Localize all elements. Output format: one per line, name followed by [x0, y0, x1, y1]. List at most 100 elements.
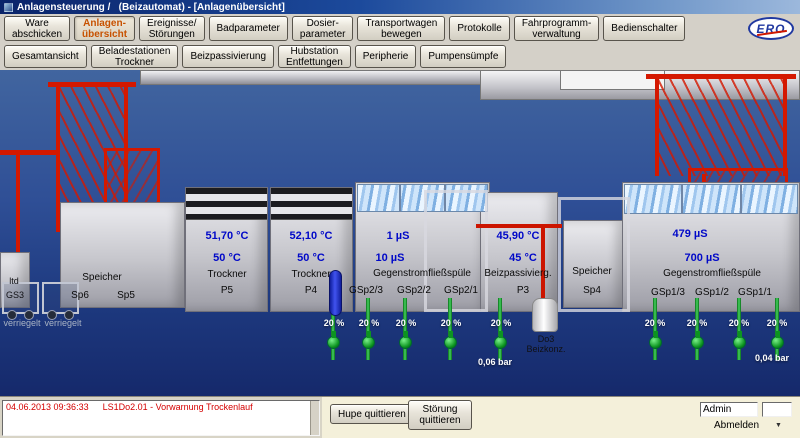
pipe: [498, 298, 502, 360]
p5-temp-setpoint: 50 °C: [213, 252, 241, 264]
valve-opening-label: 20 %: [645, 318, 666, 328]
gsp2-conductivity-setpoint: 10 µS: [376, 252, 405, 264]
main-toolbar: Ware abschicken Anlagen- übersicht Ereig…: [0, 14, 800, 43]
p4-label: Trockner: [291, 269, 330, 280]
valve-icon[interactable]: [649, 336, 662, 349]
pipe: [775, 298, 779, 360]
nav-ware-abschicken[interactable]: Ware abschicken: [4, 16, 70, 41]
ero-logo-text: ERO: [756, 22, 785, 36]
logout-label: Abmelden: [714, 420, 759, 431]
compartment-divider: [740, 184, 742, 214]
tank-gs3-id: GS3: [6, 290, 24, 300]
p4-temp-setpoint: 50 °C: [297, 252, 325, 264]
nav-transportwagen-bewegen[interactable]: Transportwagen bewegen: [357, 16, 445, 41]
view-toolbar: Gesamtansicht Beladestationen Trockner B…: [0, 43, 800, 70]
gsp1-compartment-3: GSp1/3: [651, 287, 685, 298]
logout-control[interactable]: Abmelden ▼: [714, 420, 782, 431]
view-hubstation-entfettungen[interactable]: Hubstation Entfettungen: [278, 45, 351, 68]
crane-arm-left: [0, 150, 58, 155]
red-pipe: [476, 224, 562, 228]
p3-label: Beizpassivierg.: [484, 268, 551, 279]
view-beizpassivierung[interactable]: Beizpassivierung: [182, 45, 274, 68]
valve-icon[interactable]: [362, 336, 375, 349]
pipe: [403, 298, 407, 360]
valve-icon[interactable]: [444, 336, 457, 349]
gsp2-conductivity-actual: 1 µS: [387, 230, 410, 242]
valve-opening-label: 20 %: [767, 318, 788, 328]
dryer-vents: [186, 188, 267, 220]
password-field[interactable]: [762, 402, 792, 417]
p5-temp-actual: 51,70 °C: [206, 230, 249, 242]
pressure-gsp1: 0,04 bar: [755, 353, 789, 363]
fault-ack-button[interactable]: Störung quittieren: [408, 400, 472, 430]
water-surface: [624, 184, 798, 214]
nav-anlagen-uebersicht[interactable]: Anlagen- übersicht: [74, 16, 135, 41]
p4-id: P4: [305, 285, 317, 296]
valve-icon[interactable]: [733, 336, 746, 349]
valve-opening-label: 20 %: [491, 318, 512, 328]
p3-temp-setpoint: 45 °C: [509, 252, 537, 264]
plant-3d-view[interactable]: ltd GS3 Speicher Sp6 Sp5 verriegelt verr…: [0, 70, 800, 396]
nav-protokolle[interactable]: Protokolle: [449, 16, 509, 41]
pipe: [737, 298, 741, 360]
pipe: [695, 298, 699, 360]
speicher-sp6-id: Sp6: [71, 290, 89, 301]
blue-vessel: [329, 270, 342, 316]
valve-opening-label: 20 %: [324, 318, 345, 328]
valve-icon[interactable]: [494, 336, 507, 349]
view-gesamtansicht[interactable]: Gesamtansicht: [4, 45, 87, 68]
view-peripherie[interactable]: Peripherie: [355, 45, 417, 68]
p5-id: P5: [221, 285, 233, 296]
alarm-entry[interactable]: 04.06.2013 09:36:33 LS1Do2.01 - Vorwarnu…: [3, 401, 319, 413]
horn-ack-button[interactable]: Hupe quittieren: [330, 404, 414, 424]
gsp2-compartment-1: GSp2/1: [444, 285, 478, 296]
valve-icon[interactable]: [691, 336, 704, 349]
speicher-sp5-id: Sp5: [117, 290, 135, 301]
nav-badparameter[interactable]: Badparameter: [209, 16, 288, 41]
valve-icon[interactable]: [771, 336, 784, 349]
gsp2-label: Gegenstromfließspüle: [373, 268, 471, 279]
status-bar: 04.06.2013 09:36:33 LS1Do2.01 - Vorwarnu…: [0, 396, 800, 438]
dosing-cylinder[interactable]: [532, 298, 558, 332]
alarm-list[interactable]: 04.06.2013 09:36:33 LS1Do2.01 - Vorwarnu…: [2, 400, 320, 436]
dosing-label: Beizkonz.: [526, 344, 565, 354]
gsp2-compartment-3: GSp2/3: [349, 285, 383, 296]
gsp1-conductivity-actual: 479 µS: [672, 228, 707, 240]
nav-bedienschalter[interactable]: Bedienschalter: [603, 16, 685, 41]
gsp1-compartment-2: GSp1/2: [695, 287, 729, 298]
ero-logo: ERO: [748, 17, 794, 40]
valve-icon[interactable]: [327, 336, 340, 349]
crane-top-beam-right: [646, 74, 796, 79]
user-field[interactable]: [700, 402, 758, 417]
alarm-message: LS1Do2.01 - Vorwarnung Trockenlauf: [103, 402, 253, 412]
view-beladestationen-trockner[interactable]: Beladestationen Trockner: [91, 45, 179, 68]
crane-bridge-rail: [140, 70, 485, 85]
crane-tower-right: [655, 76, 787, 176]
rail-carriage: [560, 70, 665, 90]
alarm-scrollbar[interactable]: [310, 401, 319, 435]
pipe: [448, 298, 452, 360]
wagon-status-label: verriegelt: [44, 318, 81, 328]
gsp1-compartment-1: GSp1/1: [738, 287, 772, 298]
crane-post-left: [16, 150, 20, 258]
nav-dosierparameter[interactable]: Dosier- parameter: [292, 16, 354, 41]
app-icon: [4, 3, 13, 12]
gsp1-label: Gegenstromfließspüle: [663, 268, 761, 279]
app-window: Anlagensteuerung / (Beizautomat) - [Anla…: [0, 0, 800, 438]
compartment-divider: [681, 184, 683, 214]
alarm-timestamp: 04.06.2013 09:36:33: [6, 402, 89, 412]
tank-gs3-fragment: ltd: [9, 276, 19, 286]
window-title: Anlagensteuerung / (Beizautomat) - [Anla…: [17, 2, 285, 13]
pressure-gsp2: 0,06 bar: [478, 357, 512, 367]
sp4-id: Sp4: [583, 285, 601, 296]
p4-temp-actual: 52,10 °C: [290, 230, 333, 242]
valve-icon[interactable]: [399, 336, 412, 349]
chevron-down-icon: ▼: [775, 422, 782, 429]
window-titlebar: Anlagensteuerung / (Beizautomat) - [Anla…: [0, 0, 800, 14]
wagon-status-label: verriegelt: [3, 318, 40, 328]
p3-temp-actual: 45,90 °C: [497, 230, 540, 242]
nav-fahrprogrammverwaltung[interactable]: Fahrprogramm- verwaltung: [514, 16, 599, 41]
valve-opening-label: 20 %: [396, 318, 417, 328]
nav-ereignisse-stoerungen[interactable]: Ereignisse/ Störungen: [139, 16, 204, 41]
view-pumpensuempfe[interactable]: Pumpensümpfe: [420, 45, 506, 68]
